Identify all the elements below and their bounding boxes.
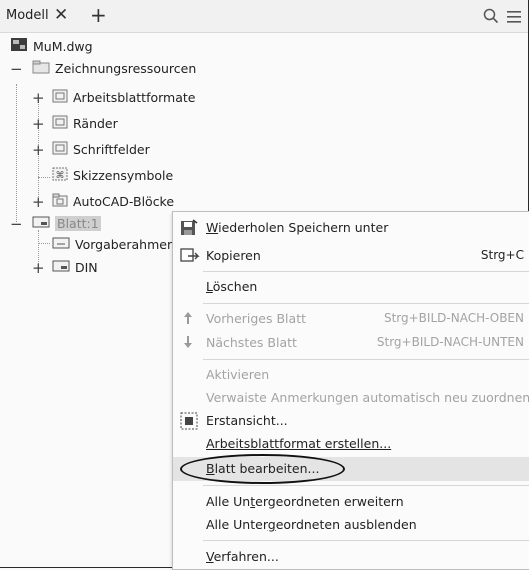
menu-separator: [203, 303, 529, 304]
mnemonic-letter: V: [206, 549, 214, 564]
tree-item-label: Arbeitsblattformate: [73, 89, 196, 105]
menu-separator: [203, 485, 529, 486]
mnemonic-letter: g: [267, 517, 276, 532]
mnemonic-letter: L: [206, 279, 213, 294]
menu-item-expand-all-children[interactable]: Alle Untergeordneten erweitern: [173, 490, 529, 514]
save-as-icon: [180, 219, 198, 240]
sketched-symbol-icon: ⌘: [52, 167, 68, 184]
expand-toggle[interactable]: +: [32, 261, 45, 276]
menu-item-label: Erstansicht...: [206, 413, 288, 428]
expand-toggle[interactable]: +: [32, 117, 45, 132]
tree-item-sketched-symbols[interactable]: ⌘ Skizzensymbole: [52, 164, 173, 186]
folder-icon: [32, 60, 50, 77]
menu-item-base-view[interactable]: Erstansicht...: [173, 409, 529, 433]
arrow-up-icon: [183, 310, 193, 329]
tree-connector: [38, 243, 50, 244]
menu-item-label-pre: Alle Unter: [206, 517, 268, 532]
context-menu: Wiederholen Speichern unter Kopieren Str…: [172, 211, 529, 570]
sheet-icon: [32, 215, 50, 232]
tree-root-drawing[interactable]: MuM.dwg: [10, 35, 93, 57]
tree-folder-resources[interactable]: Zeichnungsressourcen: [32, 57, 196, 79]
expand-toggle[interactable]: +: [32, 143, 45, 158]
tree-item-borders[interactable]: Ränder: [52, 112, 118, 134]
autocad-block-icon: [52, 193, 68, 210]
menu-item-collapse-all-children[interactable]: Alle Untergeordneten ausblenden: [173, 513, 529, 537]
collapse-toggle[interactable]: −: [10, 62, 23, 77]
tree-sheet-1[interactable]: Blatt:1: [32, 212, 101, 234]
menu-item-shortcut: Strg+BILD-NACH-UNTEN: [376, 335, 524, 349]
expand-toggle[interactable]: +: [32, 195, 45, 210]
tree-item-label: AutoCAD-Blöcke: [73, 193, 175, 209]
title-block-icon: [52, 141, 68, 158]
menu-item-label: öschen: [212, 279, 258, 294]
drawing-file-icon: [10, 37, 28, 55]
hamburger-menu-icon[interactable]: [506, 9, 522, 28]
tree-folder-label: Zeichnungsressourcen: [55, 60, 197, 76]
title-block-icon: [52, 259, 70, 276]
menu-item-label: iederholen Speichern unter: [218, 220, 389, 235]
browser-header: Modell ✕ +: [0, 0, 528, 33]
menu-item-shortcut: Strg+BILD-NACH-OBEN: [383, 311, 524, 325]
menu-item-how-to[interactable]: Verfahren...: [173, 545, 529, 569]
highlight-ellipse: [180, 454, 345, 484]
tree-item-default-border[interactable]: Vorgaberahmen: [52, 233, 175, 255]
base-view-icon: [180, 412, 198, 433]
tree-item-sheet-formats[interactable]: Arbeitsblattformate: [52, 86, 195, 108]
menu-item-label: ergeordneten erweitern: [255, 494, 404, 509]
tree-item-label: Vorgaberahmen: [75, 236, 175, 252]
tree-item-autocad-blocks[interactable]: AutoCAD-Blöcke: [52, 190, 174, 212]
tree-item-label: Schriftfelder: [73, 141, 150, 157]
mnemonic-letter: W: [206, 220, 219, 235]
menu-item-create-sheet-format[interactable]: Arbeitsblattformat erstellen...: [173, 432, 529, 456]
tree-root-label: MuM.dwg: [33, 38, 93, 54]
arrow-down-icon: [183, 334, 193, 353]
tree-item-din-titleblock[interactable]: DIN: [52, 256, 98, 278]
tree-item-label: Ränder: [73, 115, 118, 131]
tree-item-title-blocks[interactable]: Schriftfelder: [52, 138, 150, 160]
menu-item-label: Arbeitsblattformat erstellen...: [206, 436, 392, 451]
sheet-format-icon: [52, 89, 68, 106]
menu-item-label: Kopieren: [206, 248, 261, 263]
tree-item-label: DIN: [75, 259, 98, 275]
tree-sheet-label: Blatt:1: [55, 215, 101, 231]
menu-item-activate[interactable]: Aktivieren: [173, 363, 529, 387]
add-icon[interactable]: +: [90, 3, 107, 27]
tree-connector: [38, 177, 50, 178]
collapse-toggle[interactable]: −: [10, 217, 23, 232]
copy-icon: [180, 247, 200, 268]
tab-modell[interactable]: Modell: [6, 8, 49, 23]
menu-item-label: erfahren...: [213, 549, 279, 564]
menu-item-reassign-orphaned-annotations[interactable]: Verwaiste Anmerkungen automatisch neu zu…: [173, 386, 529, 410]
menu-item-label: Vorheriges Blatt: [206, 311, 306, 326]
expand-toggle[interactable]: +: [32, 91, 45, 106]
menu-item-delete[interactable]: Löschen: [173, 275, 529, 299]
tree-item-label: Skizzensymbole: [73, 167, 174, 183]
close-icon[interactable]: ✕: [54, 5, 68, 25]
menu-item-previous-sheet[interactable]: Vorheriges Blatt Strg+BILD-NACH-OBEN: [173, 307, 529, 331]
border-icon: [52, 236, 70, 253]
menu-item-repeat-save-as[interactable]: Wiederholen Speichern unter: [173, 216, 529, 240]
menu-item-label: Verwaiste Anmerkungen automatisch neu zu…: [206, 390, 529, 405]
border-icon: [52, 115, 68, 132]
menu-item-label: Nächstes Blatt: [206, 335, 297, 350]
menu-item-shortcut: Strg+C: [480, 248, 524, 262]
menu-separator: [203, 271, 529, 272]
search-icon[interactable]: [483, 8, 499, 28]
menu-item-label: Aktivieren: [206, 367, 270, 382]
svg-text:⌘: ⌘: [56, 171, 65, 181]
menu-item-next-sheet[interactable]: Nächstes Blatt Strg+BILD-NACH-UNTEN: [173, 331, 529, 355]
menu-item-label-pre: Alle Un: [206, 494, 251, 509]
menu-separator: [203, 540, 529, 541]
menu-item-label: eordneten ausblenden: [275, 517, 417, 532]
menu-separator: [203, 359, 529, 360]
menu-item-copy[interactable]: Kopieren Strg+C: [173, 244, 529, 268]
tree-connector: [16, 84, 17, 222]
